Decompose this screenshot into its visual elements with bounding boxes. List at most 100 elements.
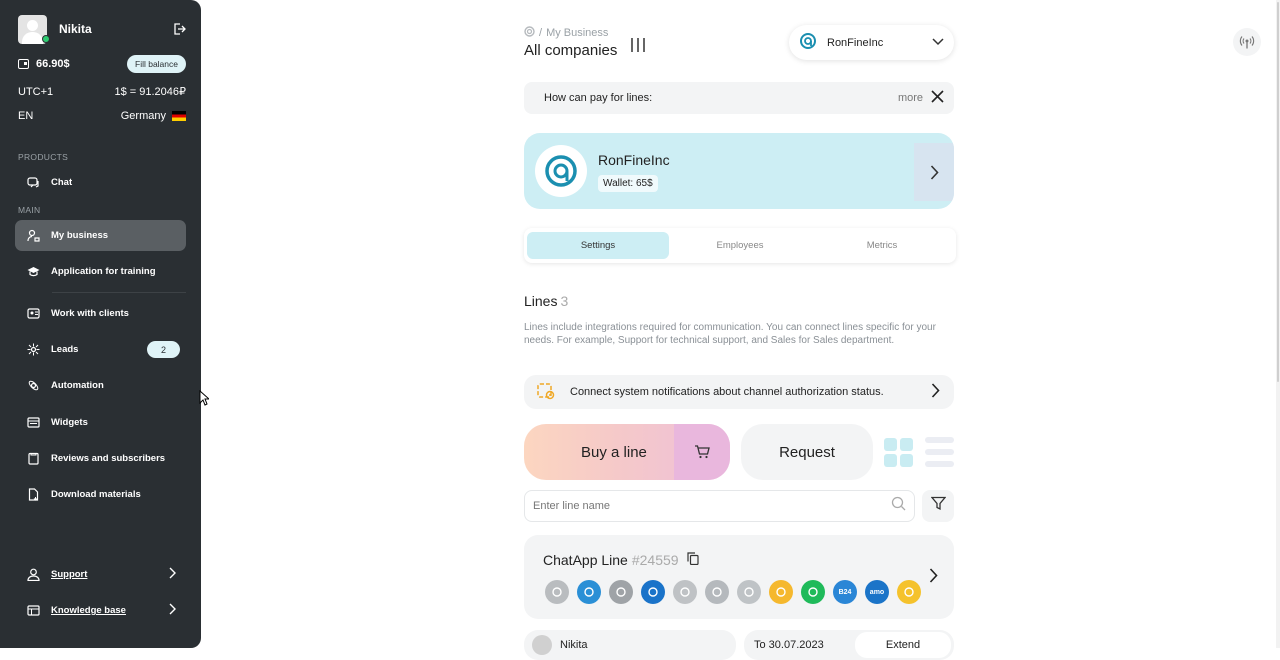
exchange-rate: 1$ = 91.2046₽	[114, 86, 186, 98]
lines-heading: Lines 3	[524, 293, 568, 309]
breadcrumb-separator: /	[539, 27, 543, 39]
clients-icon	[27, 307, 40, 320]
telegram-icon[interactable]	[577, 580, 601, 604]
sidebar-item-my-business[interactable]: My business	[15, 220, 186, 251]
sidebar-item-label: Widgets	[51, 417, 88, 428]
leads-count-badge: 2	[147, 341, 180, 358]
chevron-right-icon	[931, 383, 940, 401]
lines-title: Lines	[524, 293, 558, 309]
sidebar-item-label: Application for training	[51, 266, 156, 277]
sidebar-item-automation[interactable]: Automation	[15, 370, 186, 401]
search-icon[interactable]	[891, 496, 906, 516]
columns-view-icon[interactable]	[630, 37, 646, 58]
chevron-right-icon[interactable]	[929, 568, 938, 588]
antenna-icon[interactable]	[1233, 28, 1261, 56]
balance-value: 66.90$	[36, 58, 70, 70]
breadcrumb: / My Business	[524, 26, 608, 40]
page-title: All companies	[524, 42, 618, 59]
facebook-icon[interactable]	[673, 580, 697, 604]
line-expiry: To 30.07.2023 Extend	[744, 630, 954, 660]
company-name: RonFineInc	[598, 152, 670, 168]
scrollbar-thumb[interactable]	[1277, 2, 1279, 382]
vk-icon[interactable]	[705, 580, 729, 604]
company-logo-icon	[799, 32, 817, 53]
lines-count: 3	[560, 293, 569, 309]
avito-icon[interactable]	[641, 580, 665, 604]
sidebar-item-work-with-clients[interactable]: Work with clients	[15, 298, 186, 329]
company-select[interactable]: RonFineInc	[789, 25, 954, 60]
sidebar-item-download-materials[interactable]: Download materials	[15, 479, 186, 510]
sidebar-item-label: Reviews and subscribers	[51, 453, 166, 464]
chatapp-icon[interactable]	[545, 580, 569, 604]
grid-view-icon[interactable]	[884, 438, 913, 472]
company-card[interactable]: RonFineInc Wallet: 65$	[524, 133, 954, 209]
main-section-label: MAIN	[18, 205, 41, 215]
country-label: Germany	[120, 110, 166, 122]
tab-employees[interactable]: Employees	[669, 232, 811, 259]
notifications-banner[interactable]: Connect system notifications about chann…	[524, 375, 954, 409]
sidebar-item-training[interactable]: Application for training	[15, 256, 186, 287]
line-search-input[interactable]	[533, 500, 891, 512]
reviews-icon	[27, 452, 40, 465]
sidebar-item-widgets[interactable]: Widgets	[15, 407, 186, 438]
buy-line-label: Buy a line	[581, 443, 647, 461]
language[interactable]: EN	[18, 110, 33, 122]
line-card[interactable]: ChatApp Line #24559 B24 amo	[524, 535, 954, 619]
sidebar-item-chat[interactable]: Chat	[15, 167, 186, 198]
company-logo-small-icon[interactable]	[524, 26, 535, 40]
line-owner-name: Nikita	[560, 639, 588, 651]
filter-icon	[930, 496, 946, 516]
locale-row: EN Germany	[18, 110, 186, 122]
sidebar-item-knowledge-base[interactable]: Knowledge base	[15, 595, 186, 626]
avatar	[532, 635, 552, 655]
tab-settings[interactable]: Settings	[527, 232, 669, 259]
bitrix24-icon[interactable]: B24	[833, 580, 857, 604]
viber-icon[interactable]	[609, 580, 633, 604]
sidebar-item-leads[interactable]: Leads 2	[15, 334, 186, 365]
line-expiry-date: To 30.07.2023	[754, 639, 824, 651]
country[interactable]: Germany	[121, 110, 186, 122]
timezone-row: UTC+1 1$ = 91.2046₽	[18, 85, 186, 99]
line-search-field[interactable]	[524, 490, 915, 522]
extend-button[interactable]: Extend	[855, 632, 951, 658]
breadcrumb-current[interactable]: My Business	[546, 27, 608, 39]
cart-icon	[674, 424, 730, 480]
pay-info-banner: How can pay for lines: more	[524, 82, 954, 114]
mouse-cursor-icon	[199, 389, 211, 411]
sidebar-item-label: Download materials	[51, 489, 141, 500]
chevron-right-icon	[168, 567, 176, 582]
sidebar: Nikita 66.90$ Fill balance UTC+1 1$ = 91…	[0, 0, 201, 648]
close-icon[interactable]	[931, 90, 944, 106]
tab-metrics[interactable]: Metrics	[811, 232, 953, 259]
company-wallet: Wallet: 65$	[598, 175, 658, 192]
amocrm-icon[interactable]: amo	[865, 580, 889, 604]
leads-icon	[27, 343, 40, 356]
more-link[interactable]: more	[898, 92, 923, 104]
company-select-value: RonFineInc	[827, 36, 884, 49]
online-status-dot	[42, 35, 50, 43]
timezone[interactable]: UTC+1	[18, 86, 53, 98]
company-logo-icon	[535, 145, 587, 197]
sidebar-item-support[interactable]: Support	[15, 559, 186, 590]
buy-line-button[interactable]: Buy a line	[524, 424, 730, 480]
chevron-right-icon[interactable]	[914, 143, 954, 201]
notifications-banner-text: Connect system notifications about chann…	[570, 386, 884, 398]
notification-settings-icon	[536, 381, 556, 404]
filter-button[interactable]	[922, 490, 954, 522]
line-channels: B24 amo	[545, 580, 921, 604]
email-icon[interactable]	[769, 580, 793, 604]
chevron-right-icon	[168, 603, 176, 618]
wallet-icon	[18, 59, 29, 69]
sidebar-item-reviews[interactable]: Reviews and subscribers	[15, 443, 186, 474]
copy-icon[interactable]	[686, 552, 699, 568]
request-button[interactable]: Request	[741, 424, 873, 480]
yandex-icon[interactable]	[897, 580, 921, 604]
whatsapp-icon[interactable]	[737, 580, 761, 604]
fill-balance-button[interactable]: Fill balance	[127, 55, 186, 73]
products-section-label: PRODUCTS	[18, 152, 69, 162]
sidebar-item-label: Chat	[51, 177, 73, 188]
list-view-icon[interactable]	[925, 437, 954, 472]
whatsapp-business-icon[interactable]	[801, 580, 825, 604]
balance-row: 66.90$ Fill balance	[18, 55, 186, 73]
logout-icon[interactable]	[172, 22, 186, 36]
